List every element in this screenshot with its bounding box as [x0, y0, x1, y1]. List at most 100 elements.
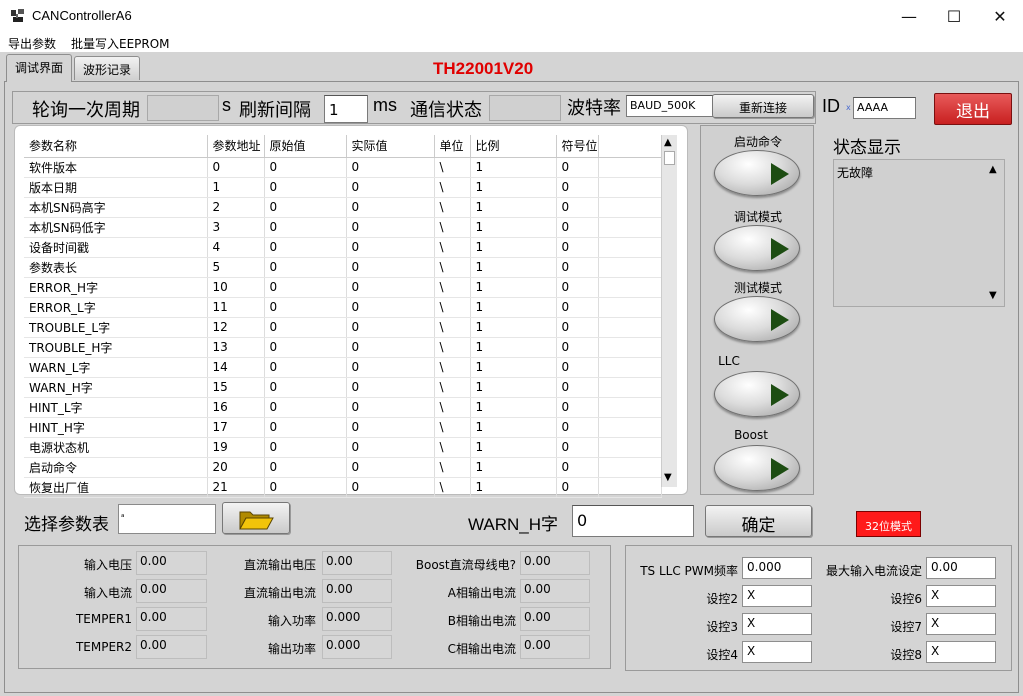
- cell-empty: [598, 297, 662, 318]
- status-display[interactable]: ▲ ▼: [833, 159, 1005, 307]
- col-header-sign[interactable]: 符号位: [556, 135, 599, 158]
- col-header-ratio[interactable]: 比例: [470, 135, 557, 158]
- cell-name: 参数表长: [24, 257, 208, 278]
- path-prefix-icon: ᵃ: [121, 513, 125, 523]
- cell-ratio: 1: [470, 357, 557, 378]
- table-row[interactable]: WARN_L字 14 0 0 \ 1 0: [24, 357, 662, 378]
- table-row[interactable]: 参数表长 5 0 0 \ 1 0: [24, 257, 662, 278]
- minimize-button[interactable]: —: [886, 0, 932, 32]
- table-row[interactable]: 本机SN码低字 3 0 0 \ 1 0: [24, 217, 662, 238]
- cell-name: 版本日期: [24, 177, 208, 198]
- setting-value[interactable]: 0.00: [926, 557, 996, 579]
- table-row[interactable]: 版本日期 1 0 0 \ 1 0: [24, 177, 662, 198]
- tab-waveform[interactable]: 波形记录: [74, 56, 140, 80]
- baud-rate-select[interactable]: BAUD_500K: [626, 95, 714, 117]
- cell-sign: 0: [556, 157, 599, 178]
- tab-debug[interactable]: 调试界面: [6, 54, 72, 82]
- cell-actual: 0: [346, 177, 435, 198]
- status-title: 状态显示: [833, 138, 901, 158]
- confirm-button[interactable]: 确定: [705, 505, 812, 537]
- scroll-up-arrow-icon[interactable]: ▲: [664, 137, 672, 148]
- setting-value[interactable]: X: [926, 585, 996, 607]
- table-row[interactable]: ERROR_L字 11 0 0 \ 1 0: [24, 297, 662, 318]
- start-command-button[interactable]: [714, 150, 800, 196]
- table-scrollbar[interactable]: ▲ ▼: [661, 135, 677, 487]
- cell-sign: 0: [556, 297, 599, 318]
- cell-ratio: 1: [470, 217, 557, 238]
- table-row[interactable]: ERROR_H字 10 0 0 \ 1 0: [24, 277, 662, 298]
- setting-value[interactable]: X: [926, 613, 996, 635]
- cell-actual: 0: [346, 377, 435, 398]
- warn-h-input[interactable]: 0: [572, 505, 694, 537]
- setting-value[interactable]: X: [926, 641, 996, 663]
- table-row[interactable]: HINT_L字 16 0 0 \ 1 0: [24, 397, 662, 418]
- reconnect-button[interactable]: 重新连接: [712, 94, 814, 118]
- browse-folder-button[interactable]: [222, 502, 290, 534]
- exit-button[interactable]: 退出: [934, 93, 1012, 125]
- table-row[interactable]: 本机SN码高字 2 0 0 \ 1 0: [24, 197, 662, 218]
- cell-empty: [598, 477, 662, 498]
- version-label: TH22001V20: [433, 59, 534, 78]
- table-row[interactable]: TROUBLE_H字 13 0 0 \ 1 0: [24, 337, 662, 358]
- table-row[interactable]: 设备时间戳 4 0 0 \ 1 0: [24, 237, 662, 258]
- cell-sign: 0: [556, 477, 599, 498]
- cell-ratio: 1: [470, 457, 557, 478]
- cell-unit: \: [434, 257, 471, 278]
- cell-empty: [598, 177, 662, 198]
- col-header-unit[interactable]: 单位: [434, 135, 471, 158]
- table-row[interactable]: 软件版本 0 0 0 \ 1 0: [24, 157, 662, 178]
- setting-value[interactable]: X: [742, 613, 812, 635]
- cell-address: 4: [207, 237, 265, 258]
- table-row[interactable]: 启动命令 20 0 0 \ 1 0: [24, 457, 662, 478]
- col-header-address[interactable]: 参数地址: [207, 135, 265, 158]
- llc-button[interactable]: [714, 371, 800, 417]
- cell-sign: 0: [556, 457, 599, 478]
- cell-ratio: 1: [470, 397, 557, 418]
- boost-button[interactable]: [714, 445, 800, 491]
- run-arrow-icon: [771, 384, 789, 406]
- cell-address: 15: [207, 377, 265, 398]
- menu-batch-write-eeprom[interactable]: 批量写入EEPROM: [71, 35, 170, 52]
- refresh-interval-input[interactable]: 1: [324, 95, 368, 123]
- table-row[interactable]: WARN_H字 15 0 0 \ 1 0: [24, 377, 662, 398]
- table-row[interactable]: HINT_H字 17 0 0 \ 1 0: [24, 417, 662, 438]
- measurement-label: 输入功率: [267, 614, 316, 628]
- status-scroll-down-icon[interactable]: ▼: [989, 290, 997, 301]
- param-table[interactable]: 参数名称 参数地址 原始值 实际值 单位 比例 符号位 软件版本 0 0 0 \ 1 0 版本…: [24, 135, 662, 498]
- setting-value[interactable]: X: [742, 641, 812, 663]
- param-table-path-input[interactable]: ᵃ: [118, 504, 216, 534]
- cell-ratio: 1: [470, 377, 557, 398]
- cell-sign: 0: [556, 257, 599, 278]
- menu-export-params[interactable]: 导出参数: [8, 35, 56, 52]
- col-header-actual[interactable]: 实际值: [346, 135, 435, 158]
- cell-raw: 0: [264, 217, 347, 238]
- cell-address: 3: [207, 217, 265, 238]
- table-row[interactable]: TROUBLE_L字 12 0 0 \ 1 0: [24, 317, 662, 338]
- cell-address: 2: [207, 197, 265, 218]
- measurement-value: 0.00: [322, 579, 392, 603]
- measurement-label: 直流输出电压: [243, 558, 316, 572]
- table-row[interactable]: 电源状态机 19 0 0 \ 1 0: [24, 437, 662, 458]
- cell-raw: 0: [264, 297, 347, 318]
- cell-raw: 0: [264, 337, 347, 358]
- bit32-mode-toggle[interactable]: 32位模式: [856, 511, 921, 537]
- close-button[interactable]: ✕: [977, 0, 1023, 32]
- status-scroll-up-icon[interactable]: ▲: [989, 164, 997, 175]
- measurement-value: 0.00: [520, 551, 590, 575]
- measurement-label: TEMPER1: [75, 612, 132, 626]
- col-header-name[interactable]: 参数名称: [24, 135, 208, 158]
- measurement-value: 0.00: [136, 607, 207, 631]
- scroll-down-arrow-icon[interactable]: ▼: [664, 472, 672, 483]
- cell-ratio: 1: [470, 157, 557, 178]
- maximize-button[interactable]: ☐: [931, 0, 977, 32]
- test-mode-button[interactable]: [714, 296, 800, 342]
- id-input[interactable]: AAAA: [853, 97, 916, 119]
- poll-unit-label: s: [222, 95, 231, 115]
- setting-value[interactable]: X: [742, 585, 812, 607]
- col-header-raw[interactable]: 原始值: [264, 135, 347, 158]
- setting-value[interactable]: 0.000: [742, 557, 812, 579]
- scroll-thumb[interactable]: [664, 151, 675, 165]
- table-row[interactable]: 恢复出厂值 21 0 0 \ 1 0: [24, 477, 662, 498]
- cell-unit: \: [434, 317, 471, 338]
- debug-mode-button[interactable]: [714, 225, 800, 271]
